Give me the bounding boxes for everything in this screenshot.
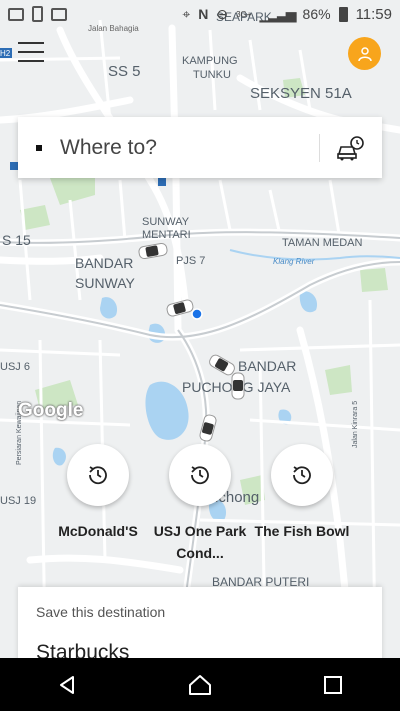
where-to-search[interactable]: Where to? <box>18 117 382 178</box>
shortcut-label: McDonald'S <box>58 523 138 539</box>
map-label: SS 5 <box>108 63 141 80</box>
status-right: ⌖ N ⊖ 3G+ ▁▂▃▅ 86% 11:59 <box>182 6 392 23</box>
battery-percent: 86% <box>302 6 331 22</box>
map-label: KAMPUNG <box>182 55 238 67</box>
map-label: SUNWAY <box>75 275 136 291</box>
map-label: Klang River <box>273 257 315 266</box>
shortcut-label: The Fish Bowl <box>254 523 350 539</box>
shortcut-usj-one-park[interactable]: USJ One Park Cond... <box>144 444 256 564</box>
shortcut-mcdonalds[interactable]: McDonald'S <box>42 444 154 542</box>
map-label: MENTARI <box>142 229 191 241</box>
back-icon <box>59 675 74 694</box>
destination-square-icon <box>36 144 42 151</box>
save-destination-card[interactable]: Save this destination Starbucks <box>18 587 382 667</box>
mail-icon <box>8 7 24 21</box>
recents-button[interactable] <box>303 658 363 711</box>
map-label: TUNKU <box>193 69 231 81</box>
menu-icon <box>18 42 44 44</box>
do-not-disturb-icon: ⊖ <box>216 5 229 22</box>
map-label: S 15 <box>2 232 31 248</box>
phone-icon <box>32 6 43 22</box>
map-label: H2 <box>0 49 11 58</box>
map-label: USJ 19 <box>0 495 36 507</box>
status-left <box>8 6 67 22</box>
back-button[interactable] <box>37 658 97 711</box>
system-navigation-bar <box>0 658 400 711</box>
recents-icon <box>324 675 343 694</box>
home-icon <box>188 674 211 695</box>
history-icon <box>293 466 311 485</box>
map-label: Jalan Kinrara 5 <box>352 401 359 448</box>
map-label: BANDAR <box>238 358 296 374</box>
map-label: SUNWAY <box>142 216 190 228</box>
map-label: PJS 7 <box>176 255 205 267</box>
menu-button[interactable] <box>18 42 44 62</box>
map-label: USJ 6 <box>0 361 30 373</box>
shortcut-circle <box>169 444 231 506</box>
image-icon <box>51 7 67 21</box>
status-bar: ⌖ N ⊖ 3G+ ▁▂▃▅ 86% 11:59 <box>0 0 400 28</box>
map-label: TAMAN MEDAN <box>282 237 363 249</box>
where-to-placeholder: Where to? <box>60 135 157 159</box>
signal-icon: ▁▂▃▅ <box>259 5 296 22</box>
battery-icon <box>338 6 348 22</box>
network-type: 3G+ <box>236 9 252 19</box>
shortcut-the-fish-bowl[interactable]: The Fish Bowl <box>246 444 358 542</box>
map-label: BANDAR <box>75 255 133 271</box>
car-icon <box>231 372 245 400</box>
profile-button[interactable] <box>348 37 381 70</box>
clock: 11:59 <box>355 5 392 23</box>
profile-icon <box>357 46 372 61</box>
schedule-ride-button[interactable] <box>320 135 382 161</box>
shortcut-circle <box>271 444 333 506</box>
schedule-ride-icon <box>337 135 364 160</box>
user-location-dot <box>191 308 203 320</box>
map-label: SEKSYEN 51A <box>250 85 352 102</box>
google-attribution: Google <box>18 400 84 421</box>
shortcut-circle <box>67 444 129 506</box>
home-button[interactable] <box>170 658 230 711</box>
shortcut-label: USJ One Park Cond... <box>153 523 247 561</box>
nfc-icon: N <box>198 6 209 22</box>
history-icon <box>89 466 107 485</box>
history-icon <box>191 466 209 485</box>
location-icon: ⌖ <box>182 5 191 22</box>
save-destination-title: Save this destination <box>36 604 166 620</box>
